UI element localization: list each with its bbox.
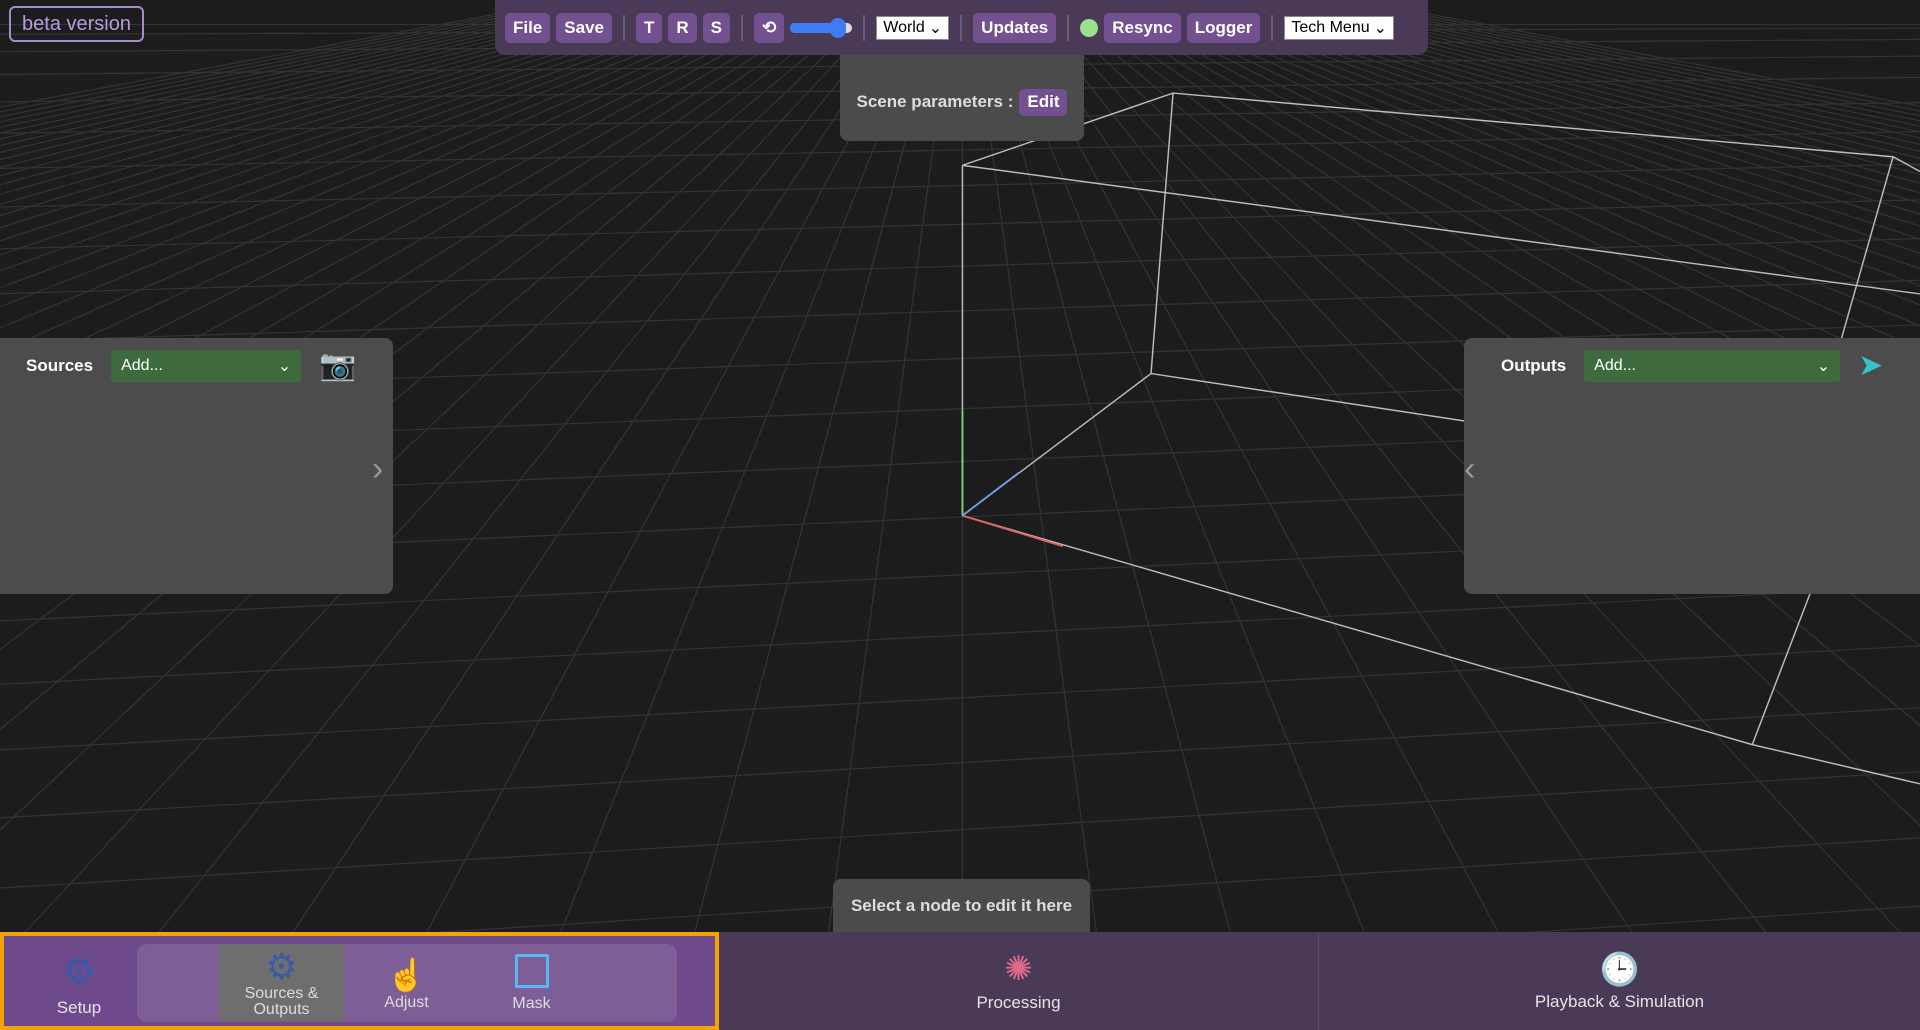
save-button[interactable]: Save [556,13,612,43]
processing-tab[interactable]: ✺ Processing [719,932,1318,1030]
sources-add-value: Add... [121,357,163,375]
axis-x [962,516,1062,547]
divider [960,15,962,41]
collapse-chevron-right-icon[interactable]: › [372,450,383,489]
space-select[interactable]: World⌄ [876,16,949,40]
camera-icon[interactable]: 📷 [319,348,356,383]
adjust-label: Adjust [384,995,428,1011]
grid-line [375,0,924,1030]
setup-tab[interactable]: ⚙ Setup [24,944,134,1022]
spacer [137,944,219,1022]
playback-label: Playback & Simulation [1535,992,1704,1012]
scene-parameters-label: Scene parameters : [857,92,1014,112]
rotate-button[interactable]: R [668,13,696,43]
grid-line [0,586,1920,684]
translate-button[interactable]: T [636,13,662,43]
grid-line [0,772,1920,888]
divider [741,15,743,41]
space-select-value: World [883,19,925,37]
clock-icon: 🕒 [1600,950,1640,988]
divider [1271,15,1273,41]
bottom-nav: ⚙ Setup ⚙ Sources & Outputs ☝ Adjust Mas… [0,932,1920,1030]
updates-button[interactable]: Updates [973,13,1056,43]
grid-line [0,708,1920,818]
sources-outputs-label: Sources & Outputs [219,986,344,1018]
chevron-down-icon: ⌄ [1817,356,1830,376]
divider [623,15,625,41]
file-button[interactable]: File [505,13,550,43]
outputs-add-select[interactable]: Add... ⌄ [1584,350,1840,382]
axis-z [962,473,1018,516]
subtab-mask[interactable]: Mask [469,944,594,1022]
hand-pointer-icon: ☝ [387,955,427,995]
outputs-title: Outputs [1501,356,1566,376]
connection-status-dot [1080,19,1098,37]
mask-label: Mask [512,996,550,1012]
camera-rotate-icon: ⟲ [762,18,776,38]
chevron-down-icon: ⌄ [929,18,942,38]
subtab-sources-outputs[interactable]: ⚙ Sources & Outputs [219,944,344,1022]
grid-line [0,164,1920,207]
size-slider[interactable] [790,21,852,35]
grid-line [982,0,1256,1030]
processing-label: Processing [976,993,1060,1013]
grid-line [816,0,953,1030]
gear-icon: ⚙ [265,948,297,986]
crop-icon [515,954,549,988]
scale-button[interactable]: S [703,13,730,43]
setup-subtabs: ⚙ Sources & Outputs ☝ Adjust Mask [137,944,677,1022]
chevron-down-icon: ⌄ [278,356,291,376]
playback-simulation-tab[interactable]: 🕒 Playback & Simulation [1319,932,1920,1030]
resync-button[interactable]: Resync [1104,13,1180,43]
setup-label: Setup [57,998,101,1018]
setup-section: ⚙ Setup ⚙ Sources & Outputs ☝ Adjust Mas… [0,932,719,1030]
tech-menu-select[interactable]: Tech Menu ⌄ [1284,16,1394,40]
sources-panel: Sources Add... ⌄ 📷 › [0,338,393,594]
grid-line [992,0,1403,1030]
edit-scene-button[interactable]: Edit [1019,89,1067,116]
outputs-add-value: Add... [1594,357,1636,375]
camera-reset-button[interactable]: ⟲ [754,13,784,43]
gear-icon: ⚙ [62,949,96,994]
sources-title: Sources [26,356,93,376]
subtab-adjust[interactable]: ☝ Adjust [344,944,469,1022]
outputs-panel: Outputs Add... ⌄ ➤ ‹ [1464,338,1920,594]
divider [863,15,865,41]
processing-burst-icon: ✺ [1004,949,1033,989]
collapse-chevron-left-icon[interactable]: ‹ [1464,450,1475,489]
divider [1067,15,1069,41]
chevron-down-icon: ⌄ [1374,18,1387,38]
tech-menu-value: Tech Menu [1291,19,1369,37]
grid-line [0,646,1920,750]
node-edit-hint: Select a node to edit it here [833,879,1090,932]
top-toolbar: File Save T R S ⟲ World⌄ Updates Resync … [495,0,1428,55]
sources-add-select[interactable]: Add... ⌄ [111,350,301,382]
scene-parameters-panel: Scene parameters : Edit [840,55,1084,141]
grid-line [0,280,1920,341]
logger-button[interactable]: Logger [1187,13,1261,43]
beta-version-badge: beta version [9,6,144,42]
send-icon[interactable]: ➤ [1858,348,1883,383]
